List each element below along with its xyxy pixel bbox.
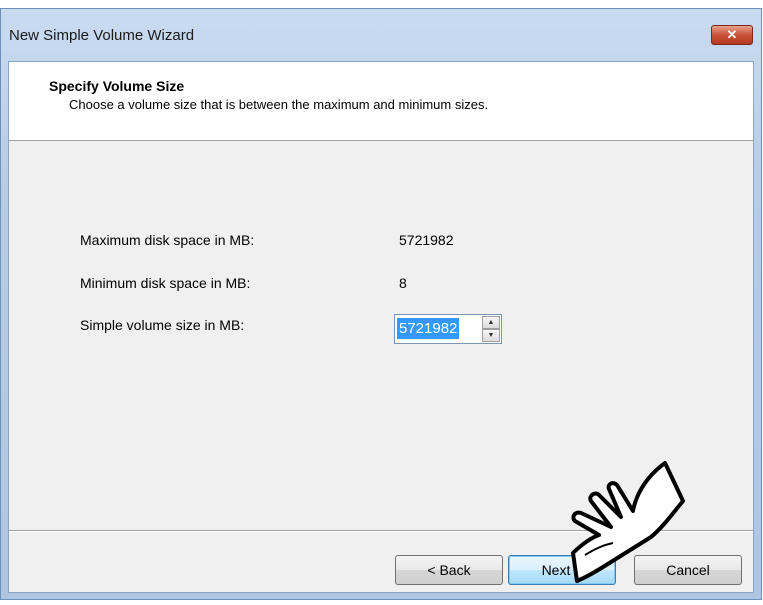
- wizard-header: Specify Volume Size Choose a volume size…: [9, 62, 753, 141]
- spin-up-arrow-icon: ▲: [487, 319, 495, 326]
- page-title: Specify Volume Size: [49, 78, 185, 94]
- volume-size-input[interactable]: 5721982: [397, 318, 460, 339]
- close-icon: ✕: [726, 27, 738, 42]
- min-space-value: 8: [399, 275, 407, 291]
- volume-size-stepper[interactable]: 5721982 ▲ ▼: [394, 314, 502, 344]
- min-space-label: Minimum disk space in MB:: [80, 275, 251, 291]
- spin-down-button[interactable]: ▼: [482, 329, 500, 342]
- window-title: New Simple Volume Wizard: [9, 27, 195, 44]
- page-subtitle: Choose a volume size that is between the…: [69, 97, 489, 112]
- spin-down-arrow-icon: ▼: [487, 332, 495, 339]
- volume-size-label: Simple volume size in MB:: [80, 317, 245, 333]
- max-space-value: 5721982: [399, 232, 454, 248]
- max-space-label: Maximum disk space in MB:: [80, 232, 255, 248]
- pointing-hand-icon: [571, 461, 685, 583]
- back-button[interactable]: < Back: [395, 555, 503, 585]
- title-bar[interactable]: New Simple Volume Wizard ✕: [1, 9, 761, 61]
- spin-up-button[interactable]: ▲: [482, 316, 500, 329]
- close-button[interactable]: ✕: [711, 25, 753, 45]
- stepper-buttons: ▲ ▼: [482, 316, 500, 342]
